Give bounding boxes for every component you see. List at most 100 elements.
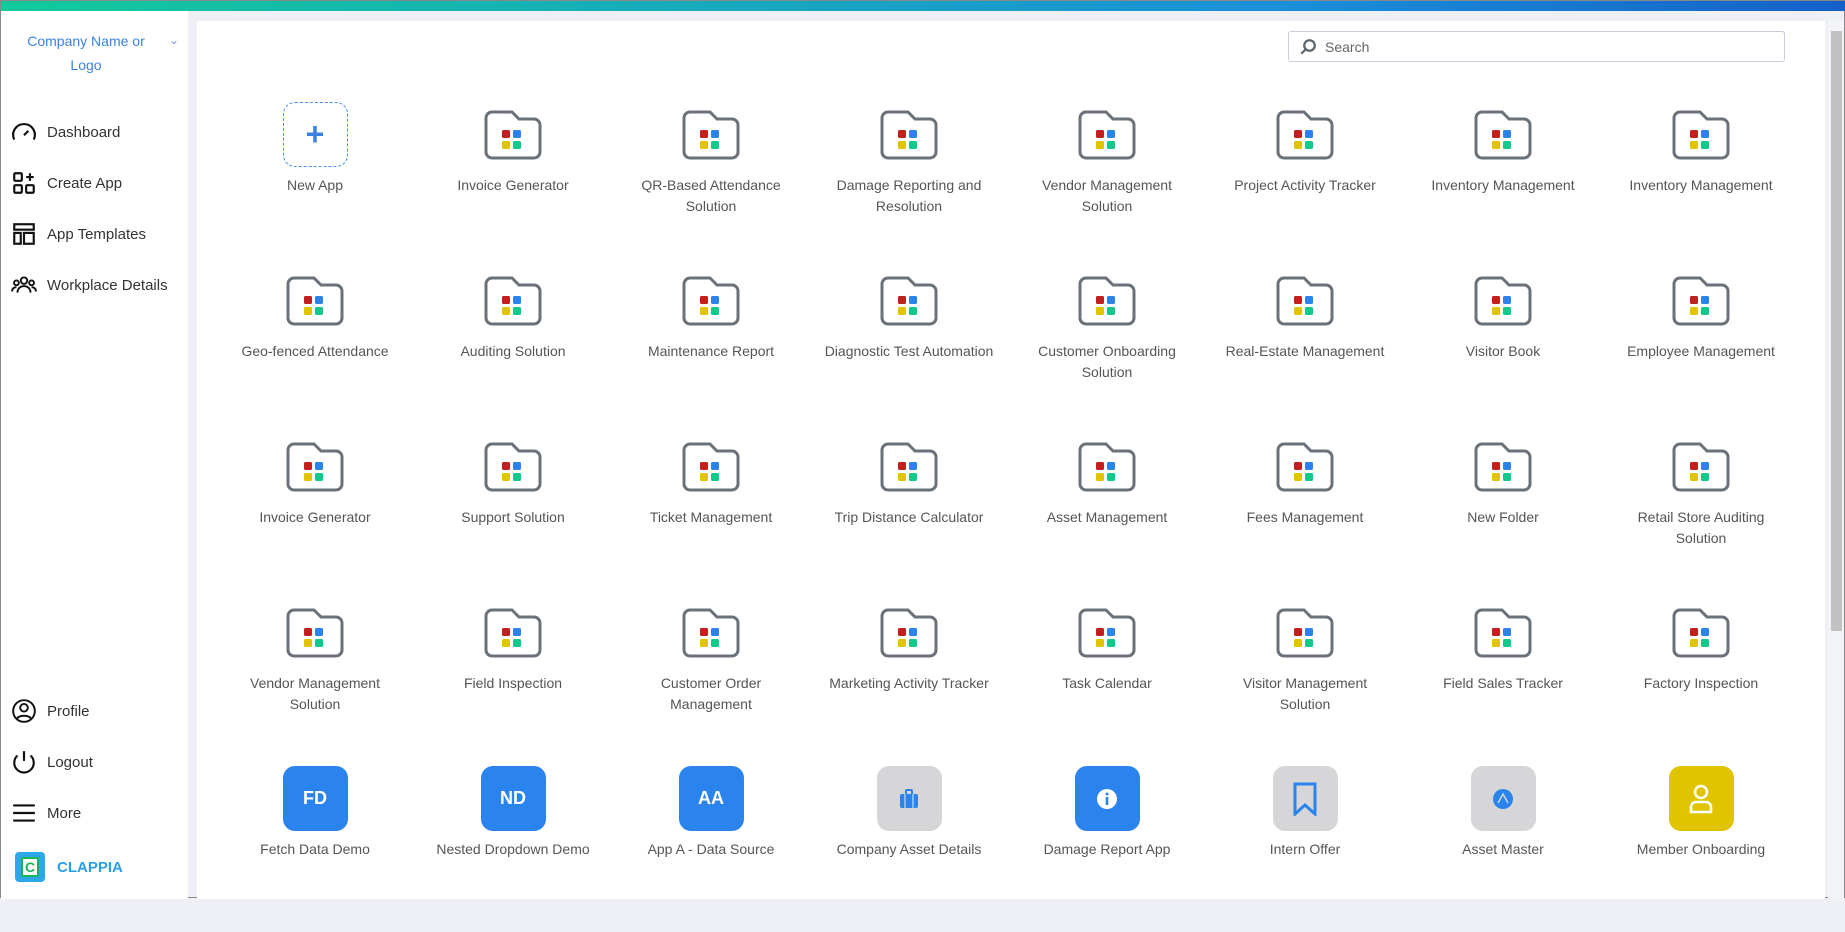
sidebar-item-label: Profile bbox=[47, 702, 90, 720]
power-icon bbox=[13, 751, 35, 774]
brand-name: CLAPPIA bbox=[57, 858, 123, 876]
app-label: Support Solution bbox=[461, 509, 565, 525]
app-folder[interactable]: Visitor Book bbox=[1404, 268, 1602, 434]
app-folder[interactable]: Real-Estate Management bbox=[1206, 268, 1404, 434]
app-folder[interactable]: Inventory Management bbox=[1404, 102, 1602, 268]
app-tile[interactable]: ND Nested Dropdown Demo bbox=[414, 766, 612, 932]
app-folder[interactable]: Marketing Activity Tracker bbox=[810, 600, 1008, 766]
folder-icon bbox=[1471, 434, 1536, 499]
app-label: Trip Distance Calculator bbox=[834, 509, 984, 525]
app-folder[interactable]: Factory Inspection bbox=[1602, 600, 1800, 766]
folder-icon bbox=[1075, 600, 1140, 665]
sidebar-item-profile[interactable]: Profile bbox=[11, 698, 90, 724]
app-label: Geo-fenced Attendance bbox=[241, 343, 389, 359]
app-folder[interactable]: Field Sales Tracker bbox=[1404, 600, 1602, 766]
app-tile[interactable]: AA App A - Data Source bbox=[612, 766, 810, 932]
sidebar-item-workplace-details[interactable]: Workplace Details bbox=[11, 272, 168, 298]
sidebar-item-label: Logout bbox=[47, 753, 93, 771]
app-folder[interactable]: Invoice Generator bbox=[216, 434, 414, 600]
app-label: Diagnostic Test Automation bbox=[824, 343, 994, 359]
app-label: Maintenance Report bbox=[647, 343, 775, 359]
app-folder[interactable]: Trip Distance Calculator bbox=[810, 434, 1008, 600]
app-folder[interactable]: Support Solution bbox=[414, 434, 612, 600]
app-folder[interactable]: Auditing Solution bbox=[414, 268, 612, 434]
profile-icon bbox=[12, 699, 36, 723]
app-label: Asset Management bbox=[1046, 509, 1168, 525]
folder-icon bbox=[1075, 268, 1140, 333]
scrollbar-thumb[interactable] bbox=[1831, 31, 1842, 631]
app-folder[interactable]: Diagnostic Test Automation bbox=[810, 268, 1008, 434]
briefcase-icon bbox=[876, 766, 942, 831]
sidebar-item-label: Workplace Details bbox=[47, 276, 168, 294]
folder-icon bbox=[1273, 434, 1338, 499]
folder-icon bbox=[1669, 434, 1734, 499]
app-initials-icon: AA bbox=[678, 766, 744, 831]
app-folder[interactable]: Customer Onboarding Solution bbox=[1008, 268, 1206, 434]
app-tile[interactable]: FD Fetch Data Demo bbox=[216, 766, 414, 932]
app-label: Employee Management bbox=[1627, 343, 1775, 359]
app-folder[interactable]: Retail Store Auditing Solution bbox=[1602, 434, 1800, 600]
app-tile[interactable]: Damage Report App bbox=[1008, 766, 1206, 932]
app-folder[interactable]: Task Calendar bbox=[1008, 600, 1206, 766]
app-tile[interactable]: Asset Master bbox=[1404, 766, 1602, 932]
app-folder[interactable]: Vendor Management Solution bbox=[216, 600, 414, 766]
search-box[interactable] bbox=[1288, 31, 1785, 62]
sidebar-item-logout[interactable]: Logout bbox=[11, 749, 93, 775]
app-initials-icon: ND bbox=[480, 766, 546, 831]
company-name[interactable]: Company Name or Logo bbox=[11, 29, 161, 77]
app-folder[interactable]: New Folder bbox=[1404, 434, 1602, 600]
chevron-down-icon[interactable]: ⌄ bbox=[169, 33, 179, 47]
app-label: Factory Inspection bbox=[1643, 675, 1759, 691]
app-folder[interactable]: Field Inspection bbox=[414, 600, 612, 766]
app-label: Damage Report App bbox=[1043, 841, 1171, 857]
app-folder[interactable]: Visitor Management Solution bbox=[1206, 600, 1404, 766]
folder-icon bbox=[1669, 600, 1734, 665]
app-label: Nested Dropdown Demo bbox=[436, 841, 590, 857]
app-label: Retail Store Auditing Solution bbox=[1637, 509, 1765, 546]
folder-icon bbox=[1669, 268, 1734, 333]
app-folder[interactable]: Geo-fenced Attendance bbox=[216, 268, 414, 434]
sidebar-item-app-templates[interactable]: App Templates bbox=[11, 221, 146, 247]
app-folder[interactable]: Employee Management bbox=[1602, 268, 1800, 434]
app-label: Member Onboarding bbox=[1636, 841, 1766, 857]
app-folder[interactable]: Fees Management bbox=[1206, 434, 1404, 600]
folder-icon bbox=[481, 268, 546, 333]
app-folder[interactable]: QR-Based Attendance Solution bbox=[612, 102, 810, 268]
scrollbar[interactable] bbox=[1828, 21, 1844, 899]
app-label: Invoice Generator bbox=[259, 509, 371, 525]
app-label: QR-Based Attendance Solution bbox=[641, 177, 781, 214]
app-label: Invoice Generator bbox=[457, 177, 569, 193]
search-input[interactable] bbox=[1325, 38, 1765, 55]
new-app-button[interactable]: + New App bbox=[216, 102, 414, 268]
app-folder[interactable]: Ticket Management bbox=[612, 434, 810, 600]
app-tile[interactable]: Intern Offer bbox=[1206, 766, 1404, 932]
sidebar-item-create-app[interactable]: Create App bbox=[11, 170, 122, 196]
app-label: Real-Estate Management bbox=[1225, 343, 1385, 359]
sidebar-item-dashboard[interactable]: Dashboard bbox=[11, 119, 120, 145]
folder-icon bbox=[283, 434, 348, 499]
folder-icon bbox=[679, 434, 744, 499]
app-folder[interactable]: Maintenance Report bbox=[612, 268, 810, 434]
app-folder[interactable]: Invoice Generator bbox=[414, 102, 612, 268]
app-label: Visitor Book bbox=[1465, 343, 1541, 359]
app-initials-icon: FD bbox=[282, 766, 348, 831]
app-label: Inventory Management bbox=[1629, 177, 1773, 193]
sidebar-item-more[interactable]: More bbox=[11, 800, 81, 826]
app-tile[interactable]: Company Asset Details bbox=[810, 766, 1008, 932]
app-label: Fees Management bbox=[1246, 509, 1364, 525]
app-label: App A - Data Source bbox=[647, 841, 775, 857]
app-folder[interactable]: Inventory Management bbox=[1602, 102, 1800, 268]
app-folder[interactable]: Customer Order Management bbox=[612, 600, 810, 766]
app-folder[interactable]: Asset Management bbox=[1008, 434, 1206, 600]
create-app-icon bbox=[13, 172, 35, 194]
app-label: Asset Master bbox=[1462, 841, 1544, 857]
folder-icon bbox=[481, 102, 546, 167]
app-label: Inventory Management bbox=[1431, 177, 1575, 193]
top-accent-bar bbox=[1, 1, 1845, 11]
app-folder[interactable]: Project Activity Tracker bbox=[1206, 102, 1404, 268]
app-folder[interactable]: Damage Reporting and Resolution bbox=[810, 102, 1008, 268]
app-folder[interactable]: Vendor Management Solution bbox=[1008, 102, 1206, 268]
folder-icon bbox=[679, 268, 744, 333]
main-panel: + New App Invoice Generator QR-Based Atte… bbox=[197, 21, 1825, 899]
app-tile[interactable]: Member Onboarding bbox=[1602, 766, 1800, 932]
